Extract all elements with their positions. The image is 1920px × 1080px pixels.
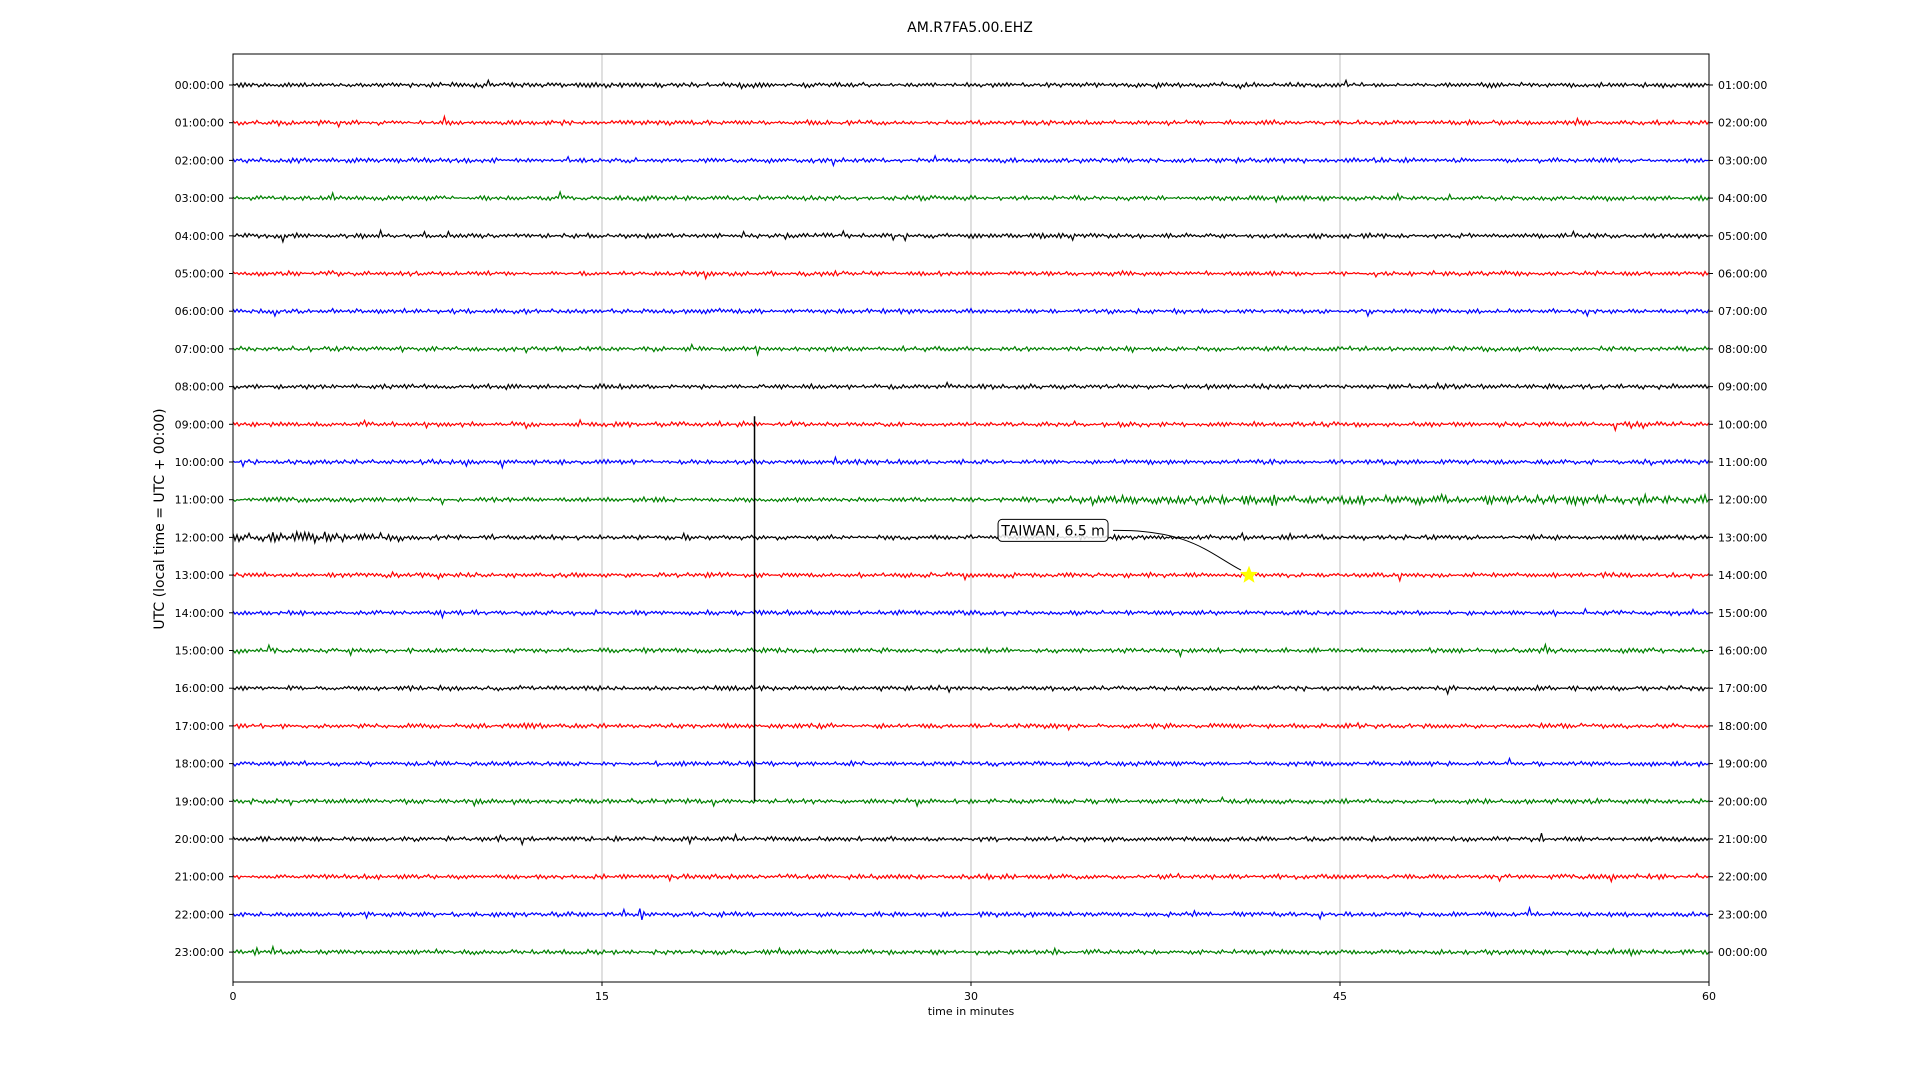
left-tick-label: 01:00:00 <box>175 117 224 130</box>
right-tick-label: 05:00:00 <box>1718 230 1767 243</box>
x-axis: 0 15 30 45 60 <box>230 982 1716 1003</box>
left-tick-label: 02:00:00 <box>175 154 224 167</box>
right-tick-label: 19:00:00 <box>1718 758 1767 771</box>
right-tick-label: 09:00:00 <box>1718 381 1767 394</box>
left-tick-label: 07:00:00 <box>175 343 224 356</box>
chart-title: AM.R7FA5.00.EHZ <box>907 20 1033 36</box>
right-tick-label: 18:00:00 <box>1718 720 1767 733</box>
event-star-marker <box>1240 565 1258 583</box>
left-tick-label: 12:00:00 <box>175 531 224 544</box>
left-tick-label: 19:00:00 <box>175 795 224 808</box>
left-tick-label: 18:00:00 <box>175 758 224 771</box>
right-tick-label: 00:00:00 <box>1718 946 1767 959</box>
left-time-axis: 00:00:00 01:00:00 02:00:00 03:00:00 04:00:00… <box>175 79 233 959</box>
event-annotation: TAIWAN, 6.5 m <box>997 518 1258 583</box>
right-tick-label: 08:00:00 <box>1718 343 1767 356</box>
right-tick-label: 22:00:00 <box>1718 871 1767 884</box>
right-tick-label: 13:00:00 <box>1718 531 1767 544</box>
left-tick-label: 10:00:00 <box>175 456 224 469</box>
right-tick-label: 14:00:00 <box>1718 569 1767 582</box>
left-tick-label: 06:00:00 <box>175 305 224 318</box>
right-tick-label: 10:00:00 <box>1718 418 1767 431</box>
x-tick-label: 30 <box>964 990 978 1003</box>
left-tick-label: 21:00:00 <box>175 871 224 884</box>
event-label: TAIWAN, 6.5 m <box>1000 523 1105 539</box>
left-tick-label: 13:00:00 <box>175 569 224 582</box>
left-tick-label: 23:00:00 <box>175 946 224 959</box>
right-tick-label: 17:00:00 <box>1718 682 1767 695</box>
left-tick-label: 00:00:00 <box>175 79 224 92</box>
right-tick-label: 23:00:00 <box>1718 908 1767 921</box>
right-tick-label: 16:00:00 <box>1718 645 1767 658</box>
right-tick-label: 11:00:00 <box>1718 456 1767 469</box>
right-tick-label: 15:00:00 <box>1718 607 1767 620</box>
right-tick-label: 07:00:00 <box>1718 305 1767 318</box>
left-tick-label: 05:00:00 <box>175 268 224 281</box>
right-tick-label: 03:00:00 <box>1718 154 1767 167</box>
left-tick-label: 20:00:00 <box>175 833 224 846</box>
left-tick-label: 15:00:00 <box>175 645 224 658</box>
x-tick-label: 0 <box>230 990 237 1003</box>
x-tick-label: 15 <box>595 990 609 1003</box>
left-tick-label: 04:00:00 <box>175 230 224 243</box>
x-tick-label: 60 <box>1702 990 1716 1003</box>
right-tick-label: 21:00:00 <box>1718 833 1767 846</box>
right-tick-label: 02:00:00 <box>1718 117 1767 130</box>
left-tick-label: 22:00:00 <box>175 908 224 921</box>
right-time-axis: 01:00:00 02:00:00 03:00:00 04:00:00 05:00:00… <box>1709 79 1767 959</box>
left-tick-label: 03:00:00 <box>175 192 224 205</box>
left-tick-label: 14:00:00 <box>175 607 224 620</box>
x-tick-label: 45 <box>1333 990 1347 1003</box>
left-tick-label: 11:00:00 <box>175 494 224 507</box>
left-tick-label: 08:00:00 <box>175 381 224 394</box>
left-tick-label: 09:00:00 <box>175 418 224 431</box>
right-tick-label: 06:00:00 <box>1718 268 1767 281</box>
helicorder-chart: AM.R7FA5.00.EHZ 00:00:00 01:00:00 02:00:00… <box>152 20 1767 1018</box>
y-axis-label: UTC (local time = UTC + 00:00) <box>152 408 168 629</box>
grid-lines <box>601 54 1341 982</box>
right-tick-label: 01:00:00 <box>1718 79 1767 92</box>
left-tick-label: 16:00:00 <box>175 682 224 695</box>
right-tick-label: 12:00:00 <box>1718 494 1767 507</box>
left-tick-label: 17:00:00 <box>175 720 224 733</box>
right-tick-label: 20:00:00 <box>1718 795 1767 808</box>
right-tick-label: 04:00:00 <box>1718 192 1767 205</box>
x-axis-label: time in minutes <box>928 1005 1015 1018</box>
